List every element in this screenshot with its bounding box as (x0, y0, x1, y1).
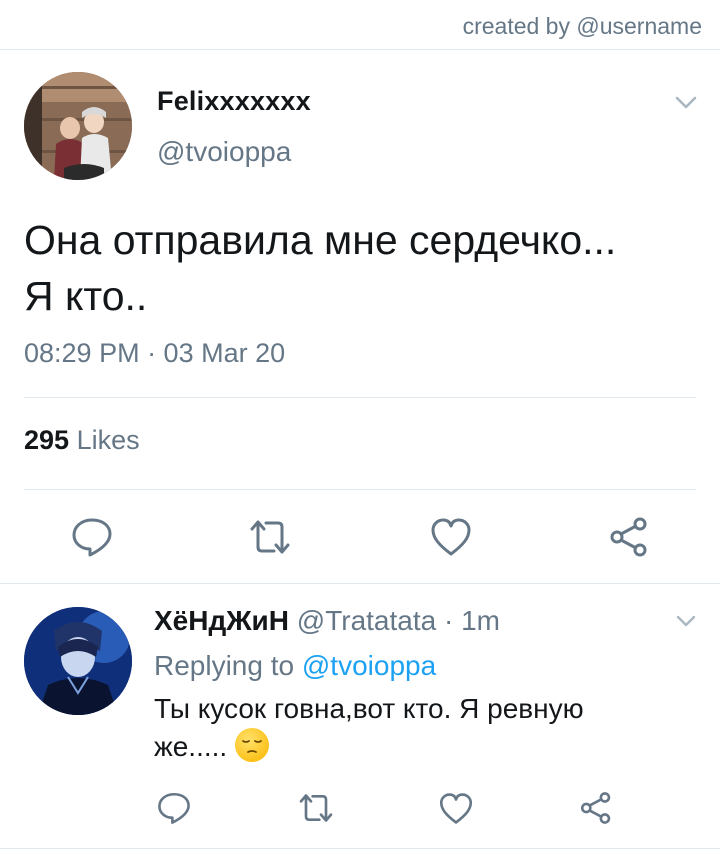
top-divider (0, 49, 720, 50)
reply-text-line-2: же..... (154, 728, 654, 766)
reply-text: Ты кусок говна,вот кто. Я ревную же..... (154, 690, 654, 766)
reply-header: ХёНдЖиН @Tratatata · 1m (154, 605, 500, 637)
reply-text-line-1: Ты кусок говна,вот кто. Я ревную (154, 693, 584, 724)
reply-text-line-2-text: же..... (154, 731, 228, 762)
avatar-photo (24, 72, 132, 180)
reply-time: · 1m (444, 605, 500, 636)
chevron-down-icon[interactable] (673, 608, 699, 634)
credit-text: created by @username (462, 13, 702, 39)
retweet-icon[interactable] (295, 789, 337, 827)
tweet-text: Она отправила мне сердечко... Я кто.. (24, 212, 704, 324)
reply-handle[interactable]: @Tratatata (297, 605, 436, 636)
chevron-down-icon[interactable] (672, 88, 700, 116)
reply-avatar-photo (24, 607, 132, 715)
user-handle[interactable]: @tvoioppa (157, 136, 291, 168)
divider (24, 489, 696, 490)
like-icon[interactable] (426, 514, 476, 560)
retweet-icon[interactable] (245, 514, 295, 560)
tweet-text-line-1: Она отправила мне сердечко... (24, 217, 617, 263)
section-divider (0, 583, 720, 584)
bottom-divider (0, 848, 720, 849)
replying-to: Replying to @tvoioppa (154, 650, 436, 682)
likes-stat[interactable]: 295 Likes (24, 425, 140, 456)
tweet-text-line-2: Я кто.. (24, 273, 148, 319)
divider (24, 397, 696, 398)
tweet-timestamp: 08:29 PM · 03 Mar 20 (24, 338, 286, 368)
reply-icon[interactable] (68, 514, 116, 560)
like-icon[interactable] (436, 789, 476, 827)
likes-label: Likes (76, 425, 140, 455)
replying-to-link[interactable]: @tvoioppa (302, 650, 436, 681)
reply-icon[interactable] (154, 789, 194, 827)
likes-count: 295 (24, 425, 70, 455)
replying-label: Replying to (154, 650, 295, 681)
reply-avatar[interactable] (24, 607, 132, 715)
pensive-face-icon (235, 728, 270, 762)
avatar[interactable] (24, 72, 132, 180)
display-name[interactable]: Felixxxxxxx (157, 86, 311, 117)
reply-display-name[interactable]: ХёНдЖиН (154, 605, 289, 636)
share-icon[interactable] (606, 514, 652, 560)
share-icon[interactable] (577, 789, 615, 827)
